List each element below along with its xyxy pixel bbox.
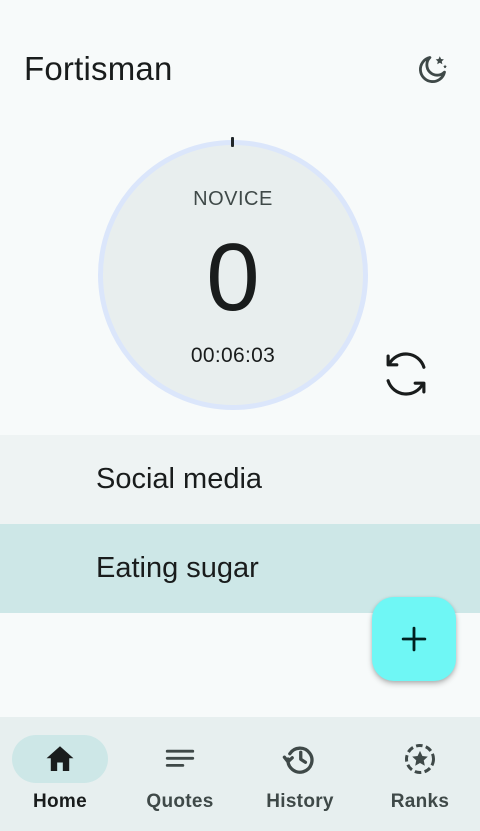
bottom-navigation: Home Quotes History Ranks [0,717,480,831]
habit-label: Social media [96,463,263,495]
nav-quotes[interactable]: Quotes [120,717,240,831]
nav-ranks[interactable]: Ranks [360,717,480,831]
nav-home-indicator [12,735,108,783]
streak-count: 0 [206,224,260,331]
nav-ranks-indicator [372,735,468,783]
nav-home[interactable]: Home [0,717,120,831]
rank-label: NOVICE [193,188,273,210]
theme-toggle-button[interactable] [410,48,454,92]
ranks-icon [405,744,435,774]
nav-label-history: History [266,791,334,812]
moon-stars-icon [419,56,447,83]
habit-item-social-media[interactable]: Social media [0,435,480,524]
streak-timer: NOVICE 0 00:06:03 [98,137,368,410]
habit-list: Social media Eating sugar [0,435,480,613]
nav-label-home: Home [33,791,87,812]
nav-history[interactable]: History [240,717,360,831]
home-icon [46,746,74,772]
history-icon [282,746,314,774]
progress-indicator [231,137,234,147]
quotes-icon [165,749,195,767]
nav-quotes-indicator [132,735,228,783]
sync-icon [386,352,426,396]
habit-label: Eating sugar [96,552,259,584]
app-title: Fortisman [24,50,173,87]
nav-label-quotes: Quotes [146,791,214,812]
reset-button[interactable] [374,342,438,406]
plus-icon [401,626,427,652]
add-habit-button[interactable] [372,597,456,681]
nav-label-ranks: Ranks [390,791,450,812]
nav-history-indicator [252,735,348,783]
elapsed-time: 00:06:03 [190,344,276,367]
